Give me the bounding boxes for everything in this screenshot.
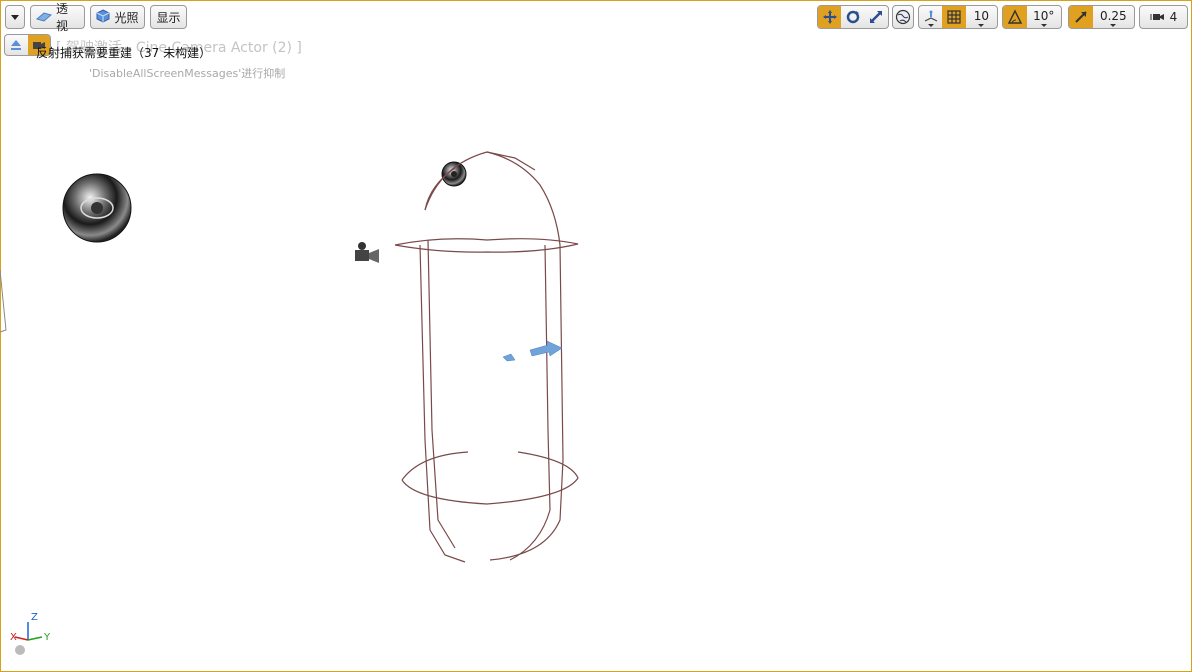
axis-label-y: Y (44, 632, 51, 643)
capsule-collision-wireframe[interactable] (394, 151, 579, 563)
actor-direction-arrow[interactable] (502, 340, 563, 362)
axis-label-z: Z (31, 612, 38, 623)
scale-snap-value-dropdown[interactable]: 0.25 (1093, 6, 1134, 28)
scale-snap-icon (1075, 11, 1087, 23)
viewport-frame (0, 0, 1192, 672)
scale-snap-value: 0.25 (1099, 8, 1127, 23)
camera-speed-button[interactable]: 4 (1139, 5, 1188, 29)
world-local-toggle[interactable] (892, 5, 914, 29)
reflection-capture-sphere[interactable] (62, 173, 132, 243)
lighting-button[interactable]: 光照 (90, 5, 145, 29)
rotate-mode-button[interactable] (841, 6, 864, 28)
move-arrows-icon (822, 10, 837, 24)
camera-speed-icon (1149, 14, 1164, 20)
scale-snap-toggle[interactable] (1069, 6, 1093, 28)
grid-snap-value: 10 (973, 8, 990, 23)
grid-icon (947, 10, 961, 24)
axis-label-x: X (10, 632, 17, 643)
globe-icon (895, 9, 911, 25)
surface-snap-button[interactable] (919, 6, 942, 28)
angle-icon (1007, 9, 1022, 24)
translate-mode-button[interactable] (818, 6, 842, 28)
perspective-button[interactable]: 透视 (30, 2, 85, 33)
grid-snap-group: 10 (918, 5, 998, 29)
rotation-snap-toggle[interactable] (1003, 6, 1027, 28)
lit-cube-icon (96, 8, 110, 26)
axis-gizmo (14, 622, 43, 655)
show-label: 显示 (156, 10, 181, 25)
reflection-capture-message: 反射捕获需要重建（37 未构建） (36, 46, 212, 60)
lighting-label: 光照 (114, 10, 139, 25)
perspective-icon (35, 10, 53, 25)
surface-snap-icon (924, 10, 937, 22)
eject-button[interactable] (5, 35, 28, 55)
rotate-icon (846, 10, 860, 24)
eject-icon (11, 40, 22, 50)
rotation-snap-group: 10° (1002, 5, 1062, 29)
grid-snap-value-dropdown[interactable]: 10 (966, 6, 997, 28)
scale-snap-group: 0.25 (1068, 5, 1135, 29)
rotation-snap-value: 10° (1033, 8, 1055, 23)
suppress-hint-message: 'DisableAllScreenMessages'进行抑制 (89, 67, 286, 80)
scale-mode-button[interactable] (865, 6, 888, 28)
transform-mode-group (817, 5, 889, 29)
camera-speed-value: 4 (1169, 10, 1178, 24)
perspective-label: 透视 (56, 2, 69, 33)
viewport-options-button[interactable] (5, 5, 25, 29)
camera-actor-icon[interactable] (355, 242, 379, 263)
small-reflection-sphere[interactable] (441, 161, 467, 187)
rotation-snap-value-dropdown[interactable]: 10° (1027, 6, 1061, 28)
scale-icon (870, 11, 883, 23)
offscreen-object-edge (0, 269, 7, 333)
show-button[interactable]: 显示 (150, 5, 187, 29)
viewport-scene (0, 151, 579, 655)
chevron-down-icon (11, 14, 19, 20)
grid-snap-toggle[interactable] (942, 6, 966, 28)
